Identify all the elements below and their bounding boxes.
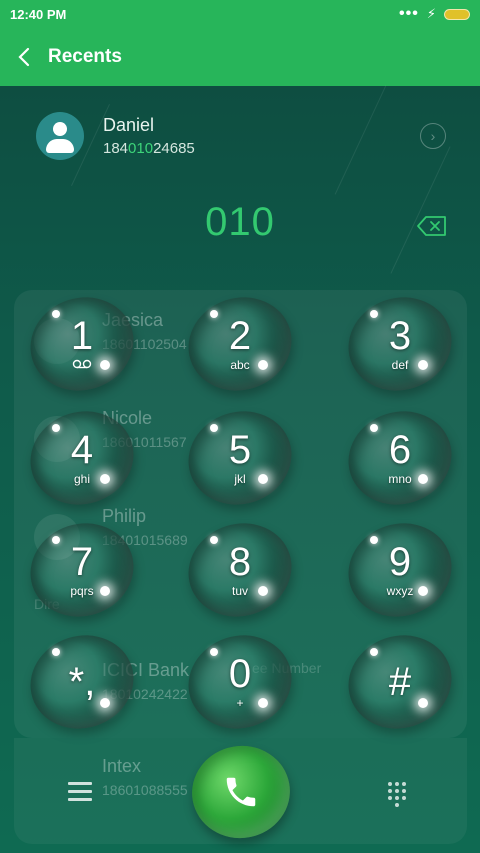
contact-match[interactable]: Daniel 18401024685 › <box>36 110 448 162</box>
key-0[interactable]: 0 + <box>176 622 304 742</box>
status-bar: 12:40 PM ••• ⚡ <box>0 0 480 28</box>
more-dots-icon: ••• <box>399 5 419 22</box>
status-time: 12:40 PM <box>10 6 67 22</box>
key-star[interactable]: *, <box>18 622 146 742</box>
key-9[interactable]: 9 wxyz <box>336 510 464 630</box>
avatar <box>36 112 84 160</box>
key-8[interactable]: 8 tuv <box>176 510 304 630</box>
dialed-number: 010 <box>205 200 275 244</box>
app-header: Recents <box>0 28 480 86</box>
chevron-left-icon[interactable] <box>0 28 48 86</box>
status-icons: ••• ⚡ <box>399 6 470 22</box>
number-highlight: 010 <box>128 140 154 157</box>
voicemail-icon <box>72 358 92 372</box>
key-hash[interactable]: # <box>336 622 464 742</box>
dialpad-icon[interactable] <box>388 782 410 808</box>
charging-bolt-icon: ⚡ <box>426 6 436 21</box>
contact-name: Daniel <box>103 115 155 135</box>
battery-icon <box>444 8 470 20</box>
contact-match-info: Daniel 18401024685 <box>103 115 420 157</box>
chevron-right-icon[interactable]: › <box>420 123 446 149</box>
backspace-icon[interactable] <box>416 214 448 238</box>
contact-number: 18401024685 <box>103 140 195 157</box>
phone-icon <box>226 777 256 807</box>
key-4[interactable]: 4 ghi <box>18 398 146 518</box>
page-title: Recents <box>48 46 122 67</box>
key-2[interactable]: 2 abc <box>176 284 304 404</box>
key-6[interactable]: 6 mno <box>336 398 464 518</box>
key-7[interactable]: 7 pqrs <box>18 510 146 630</box>
menu-icon[interactable] <box>68 782 92 804</box>
key-3[interactable]: 3 def <box>336 284 464 404</box>
key-1[interactable]: 1 <box>18 284 146 404</box>
key-5[interactable]: 5 jkl <box>176 398 304 518</box>
